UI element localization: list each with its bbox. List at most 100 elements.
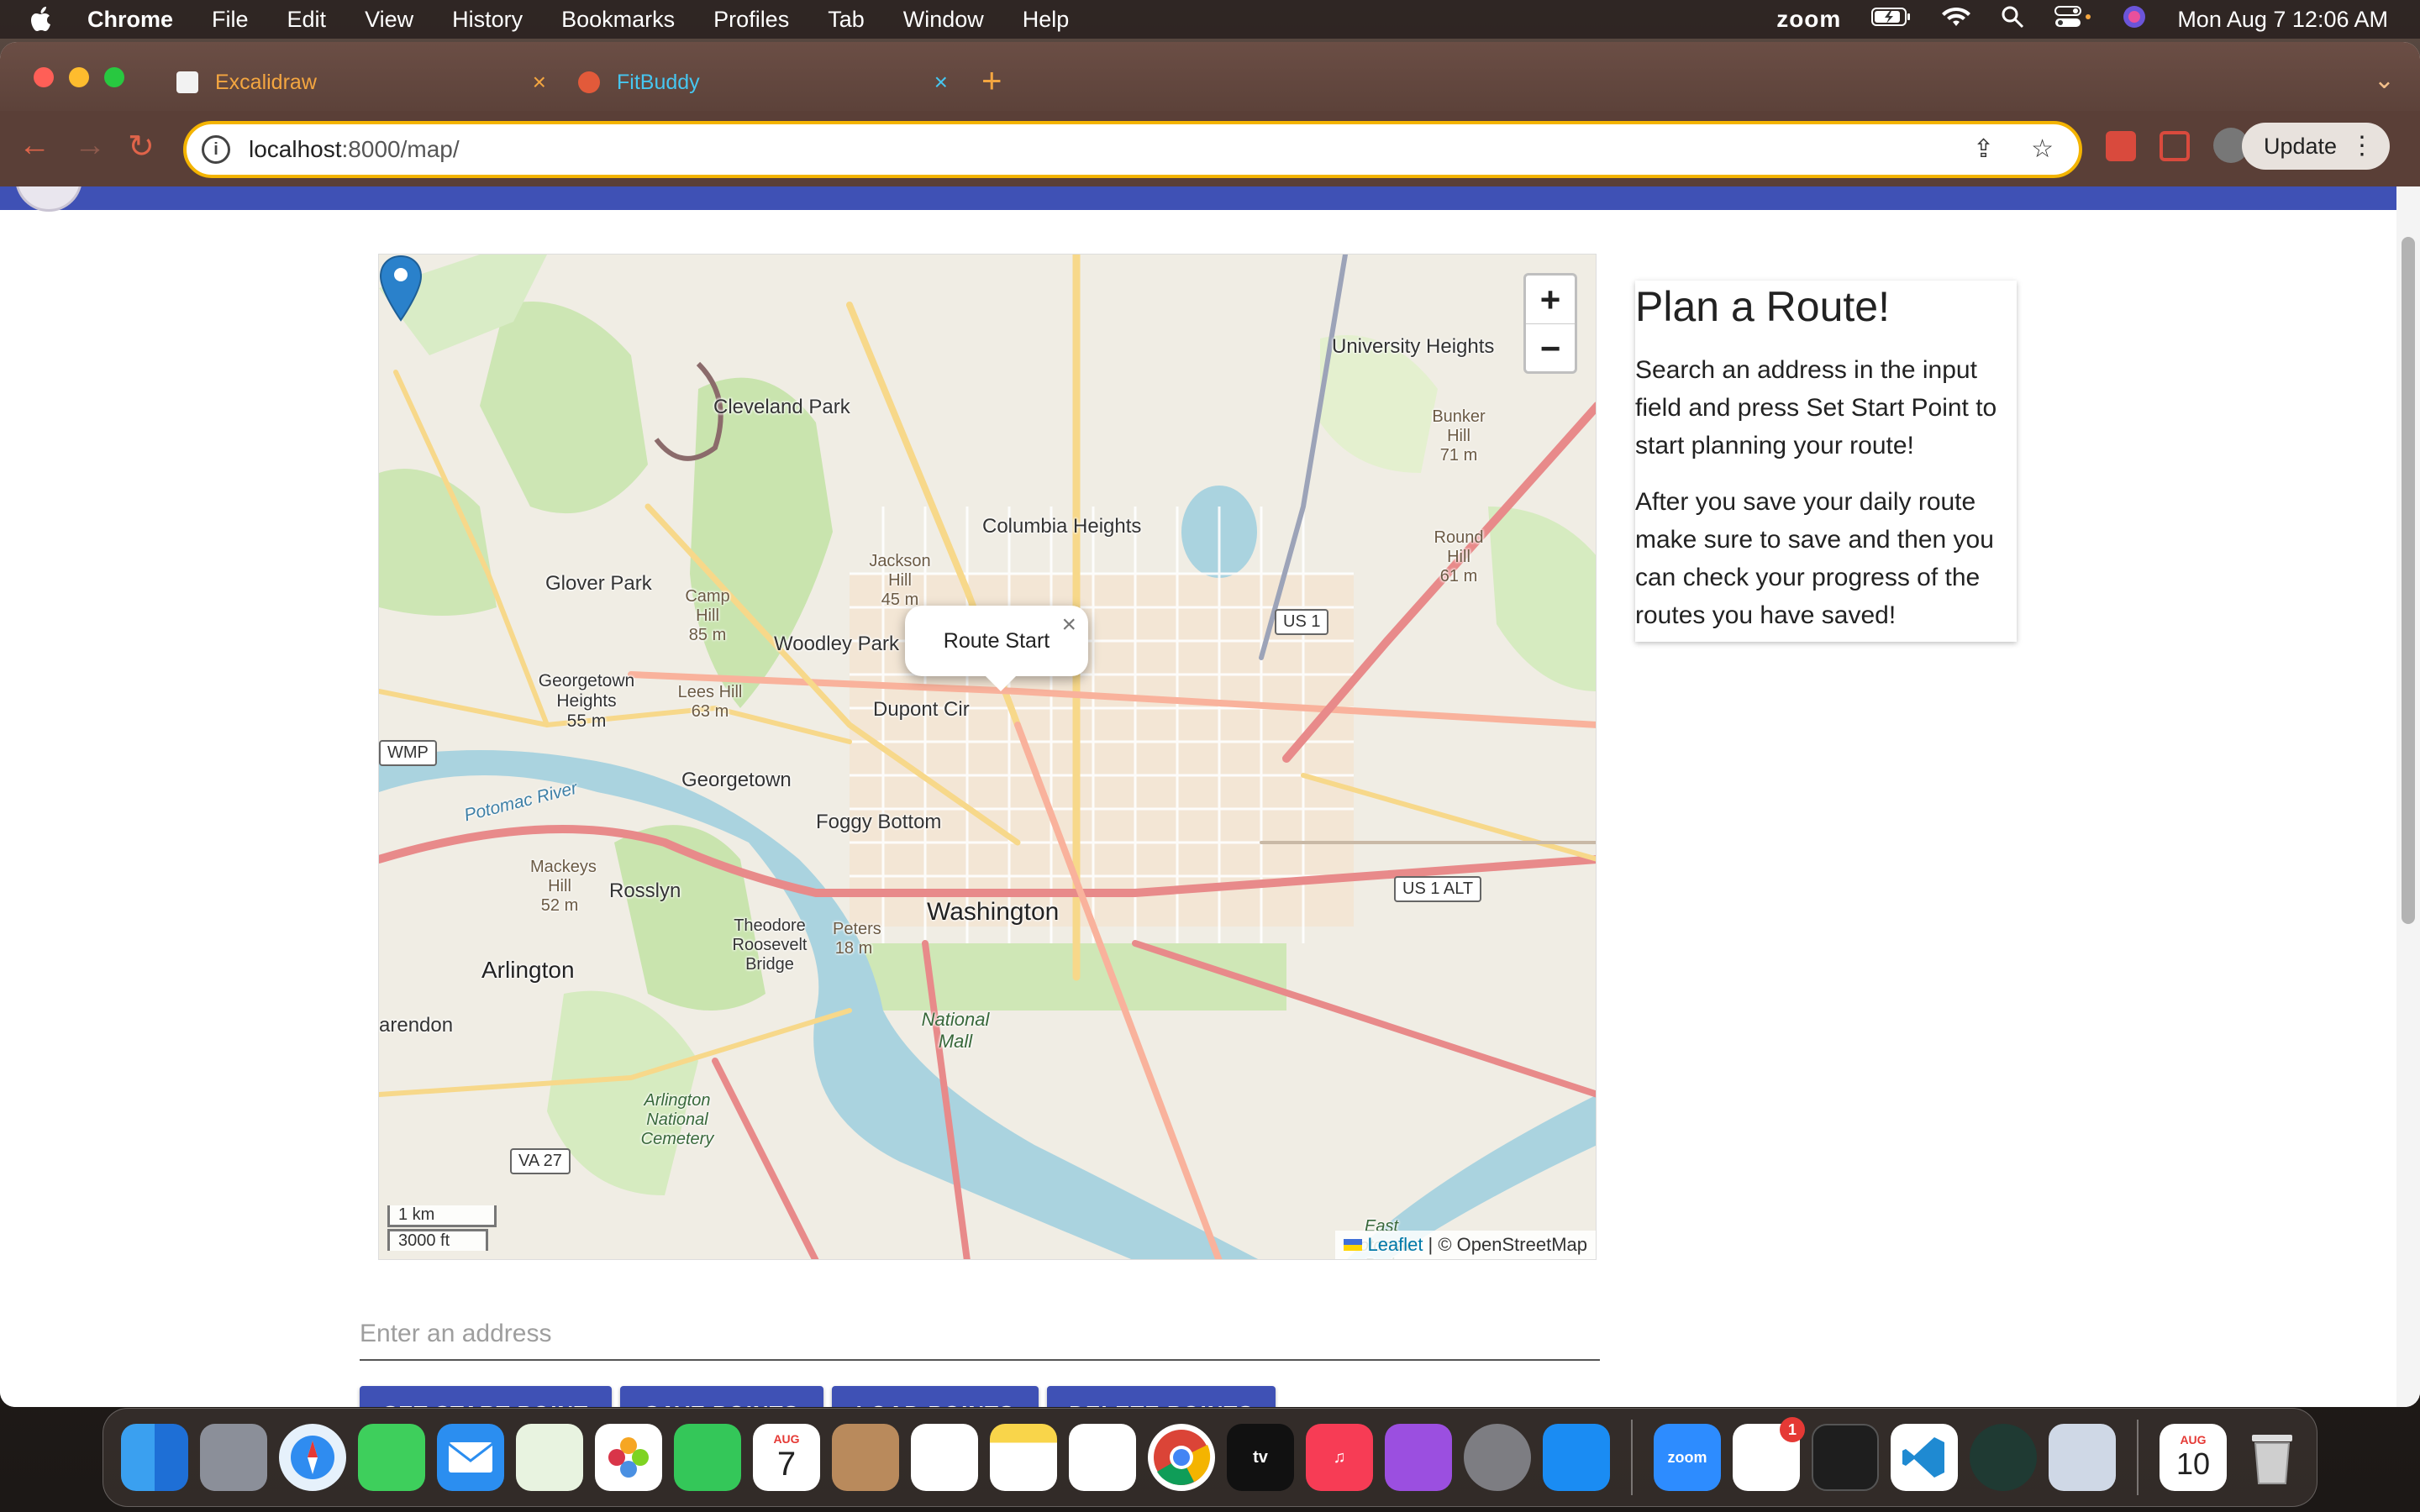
notes-icon[interactable]	[990, 1424, 1057, 1491]
close-tab-icon[interactable]: ×	[934, 69, 948, 96]
vscode-icon[interactable]	[1891, 1424, 1958, 1491]
load-points-button[interactable]: LOAD POINTS	[832, 1386, 1039, 1407]
slack-icon[interactable]: 1	[1733, 1417, 1805, 1491]
scale-km: 1 km	[387, 1205, 497, 1227]
leaflet-link[interactable]: Leaflet	[1367, 1234, 1423, 1256]
map-marker-pin-icon[interactable]	[379, 255, 423, 322]
wifi-icon[interactable]	[1942, 6, 1971, 34]
osm-attribution[interactable]: | © OpenStreetMap	[1428, 1234, 1587, 1256]
reminders-icon[interactable]	[911, 1424, 978, 1491]
page-scrollbar[interactable]	[2396, 186, 2420, 1407]
url-text[interactable]: localhost:8000/map/	[249, 136, 460, 163]
reload-icon[interactable]: ↻	[128, 128, 155, 165]
finder-icon[interactable]	[121, 1424, 188, 1491]
extension-pdf-icon[interactable]	[2160, 131, 2190, 161]
new-tab-plus-icon[interactable]: +	[981, 60, 1002, 101]
map-label-national-mall: National Mall	[921, 1009, 990, 1052]
preview-icon[interactable]	[2049, 1424, 2116, 1491]
menu-history[interactable]: History	[452, 7, 523, 33]
maps-icon[interactable]	[516, 1424, 583, 1491]
map-label-arlington: Arlington	[481, 957, 575, 983]
apple-tv-icon[interactable]: tv	[1227, 1424, 1294, 1491]
battery-icon[interactable]	[1871, 7, 1912, 33]
zoom-in-button[interactable]: +	[1526, 276, 1575, 324]
map-label-clarendon: arendon	[379, 1014, 454, 1037]
map-scale: 1 km 3000 ft	[387, 1205, 497, 1251]
card-paragraph-1: Search an address in the input field and…	[1635, 356, 1997, 459]
address-input[interactable]: Enter an address	[360, 1309, 1600, 1361]
menu-view[interactable]: View	[365, 7, 413, 33]
menu-help[interactable]: Help	[1023, 7, 1070, 33]
update-button[interactable]: Update ⋮	[2242, 123, 2390, 170]
extension-puzzle-icon[interactable]	[2106, 131, 2136, 161]
safari-icon[interactable]	[279, 1424, 346, 1491]
address-bar[interactable]: i localhost:8000/map/ ⇪ ☆	[183, 121, 2082, 178]
chrome-icon[interactable]	[1148, 1424, 1215, 1491]
map-label-georgetown-heights-elev: 55 m	[566, 711, 607, 731]
menu-window[interactable]: Window	[903, 7, 984, 33]
clock-datetime[interactable]: Mon Aug 7 12:06 AM	[2177, 7, 2388, 33]
zoom-status-text[interactable]: zoom	[1776, 6, 1841, 33]
calendar-stack-icon[interactable]: AUG 10	[2160, 1424, 2227, 1491]
freeform-icon[interactable]	[1069, 1424, 1136, 1491]
back-arrow-icon[interactable]: ←	[18, 128, 50, 164]
launchpad-icon[interactable]	[200, 1424, 267, 1491]
map-tiles	[379, 255, 1596, 1259]
contacts-icon[interactable]	[832, 1424, 899, 1491]
save-points-button[interactable]: SAVE POINTS	[620, 1386, 823, 1407]
map-label-mackeys-hill-name: Mackeys Hill	[530, 858, 597, 895]
map-label-university-heights: University Heights	[1332, 335, 1495, 358]
tab-search-chevron-icon[interactable]: ⌄	[2374, 66, 2395, 95]
menu-bookmarks[interactable]: Bookmarks	[561, 7, 675, 33]
dock-separator	[1631, 1420, 1633, 1495]
gitkraken-icon[interactable]	[1970, 1424, 2037, 1491]
map-label-bunker-hill-name: Bunker Hill	[1432, 407, 1486, 445]
apple-icon[interactable]	[30, 6, 55, 33]
tab-title: Excalidraw	[215, 70, 317, 94]
system-settings-gear-icon[interactable]	[1464, 1424, 1531, 1491]
map-label-camp-hill-name: Camp Hill	[685, 587, 730, 625]
menu-profiles[interactable]: Profiles	[713, 7, 789, 33]
control-center-icon[interactable]	[2054, 5, 2091, 34]
tab-title: FitBuddy	[617, 70, 700, 94]
forward-arrow-icon[interactable]: →	[74, 128, 106, 164]
menu-app-name[interactable]: Chrome	[87, 7, 173, 33]
share-icon[interactable]: ⇪	[1973, 134, 1994, 164]
trash-icon[interactable]	[2238, 1424, 2306, 1491]
menu-edit[interactable]: Edit	[287, 7, 327, 33]
facetime-icon[interactable]	[674, 1424, 741, 1491]
close-tab-icon[interactable]: ×	[533, 69, 546, 96]
mail-icon[interactable]	[437, 1424, 504, 1491]
app-store-icon[interactable]	[1543, 1424, 1610, 1491]
popup-close-icon[interactable]: ×	[1061, 611, 1076, 639]
delete-points-button[interactable]: DELETE POINTS	[1047, 1386, 1276, 1407]
map-label-camp-hill: Camp Hill 85 m	[678, 587, 737, 645]
zoom-app-icon[interactable]: zoom	[1654, 1424, 1721, 1491]
terminal-icon[interactable]	[1812, 1424, 1879, 1491]
calendar-icon[interactable]: AUG 7	[753, 1424, 820, 1491]
map-label-peters-elev: 18 m	[834, 939, 873, 958]
route-map[interactable]: Cleveland Park Woodley Park Columbia Hei…	[378, 254, 1597, 1260]
minimize-window-button[interactable]	[69, 67, 89, 87]
more-menu-icon[interactable]: ⋮	[2349, 131, 2375, 160]
set-start-point-button[interactable]: SET START POINT	[360, 1386, 612, 1407]
close-window-button[interactable]	[34, 67, 54, 87]
scrollbar-thumb[interactable]	[2402, 237, 2415, 924]
maximize-window-button[interactable]	[104, 67, 124, 87]
site-info-icon[interactable]: i	[202, 135, 230, 164]
menu-tab[interactable]: Tab	[828, 7, 865, 33]
tab-excalidraw[interactable]: Excalidraw ×	[176, 59, 546, 106]
zoom-app-label: zoom	[1667, 1448, 1707, 1466]
fitbuddy-favicon-icon	[578, 71, 600, 93]
podcasts-icon[interactable]	[1385, 1424, 1452, 1491]
map-label-georgetown-heights-name: Georgetown Heights	[538, 671, 635, 711]
siri-icon[interactable]	[2122, 4, 2147, 35]
spotlight-search-icon[interactable]	[2001, 5, 2024, 34]
menu-file[interactable]: File	[212, 7, 249, 33]
photos-icon[interactable]	[595, 1424, 662, 1491]
music-icon[interactable]: ♫	[1306, 1424, 1373, 1491]
bookmark-star-icon[interactable]: ☆	[2031, 134, 2054, 164]
tab-fitbuddy[interactable]: FitBuddy ×	[578, 59, 948, 106]
messages-icon[interactable]	[358, 1424, 425, 1491]
zoom-out-button[interactable]: −	[1526, 324, 1575, 373]
